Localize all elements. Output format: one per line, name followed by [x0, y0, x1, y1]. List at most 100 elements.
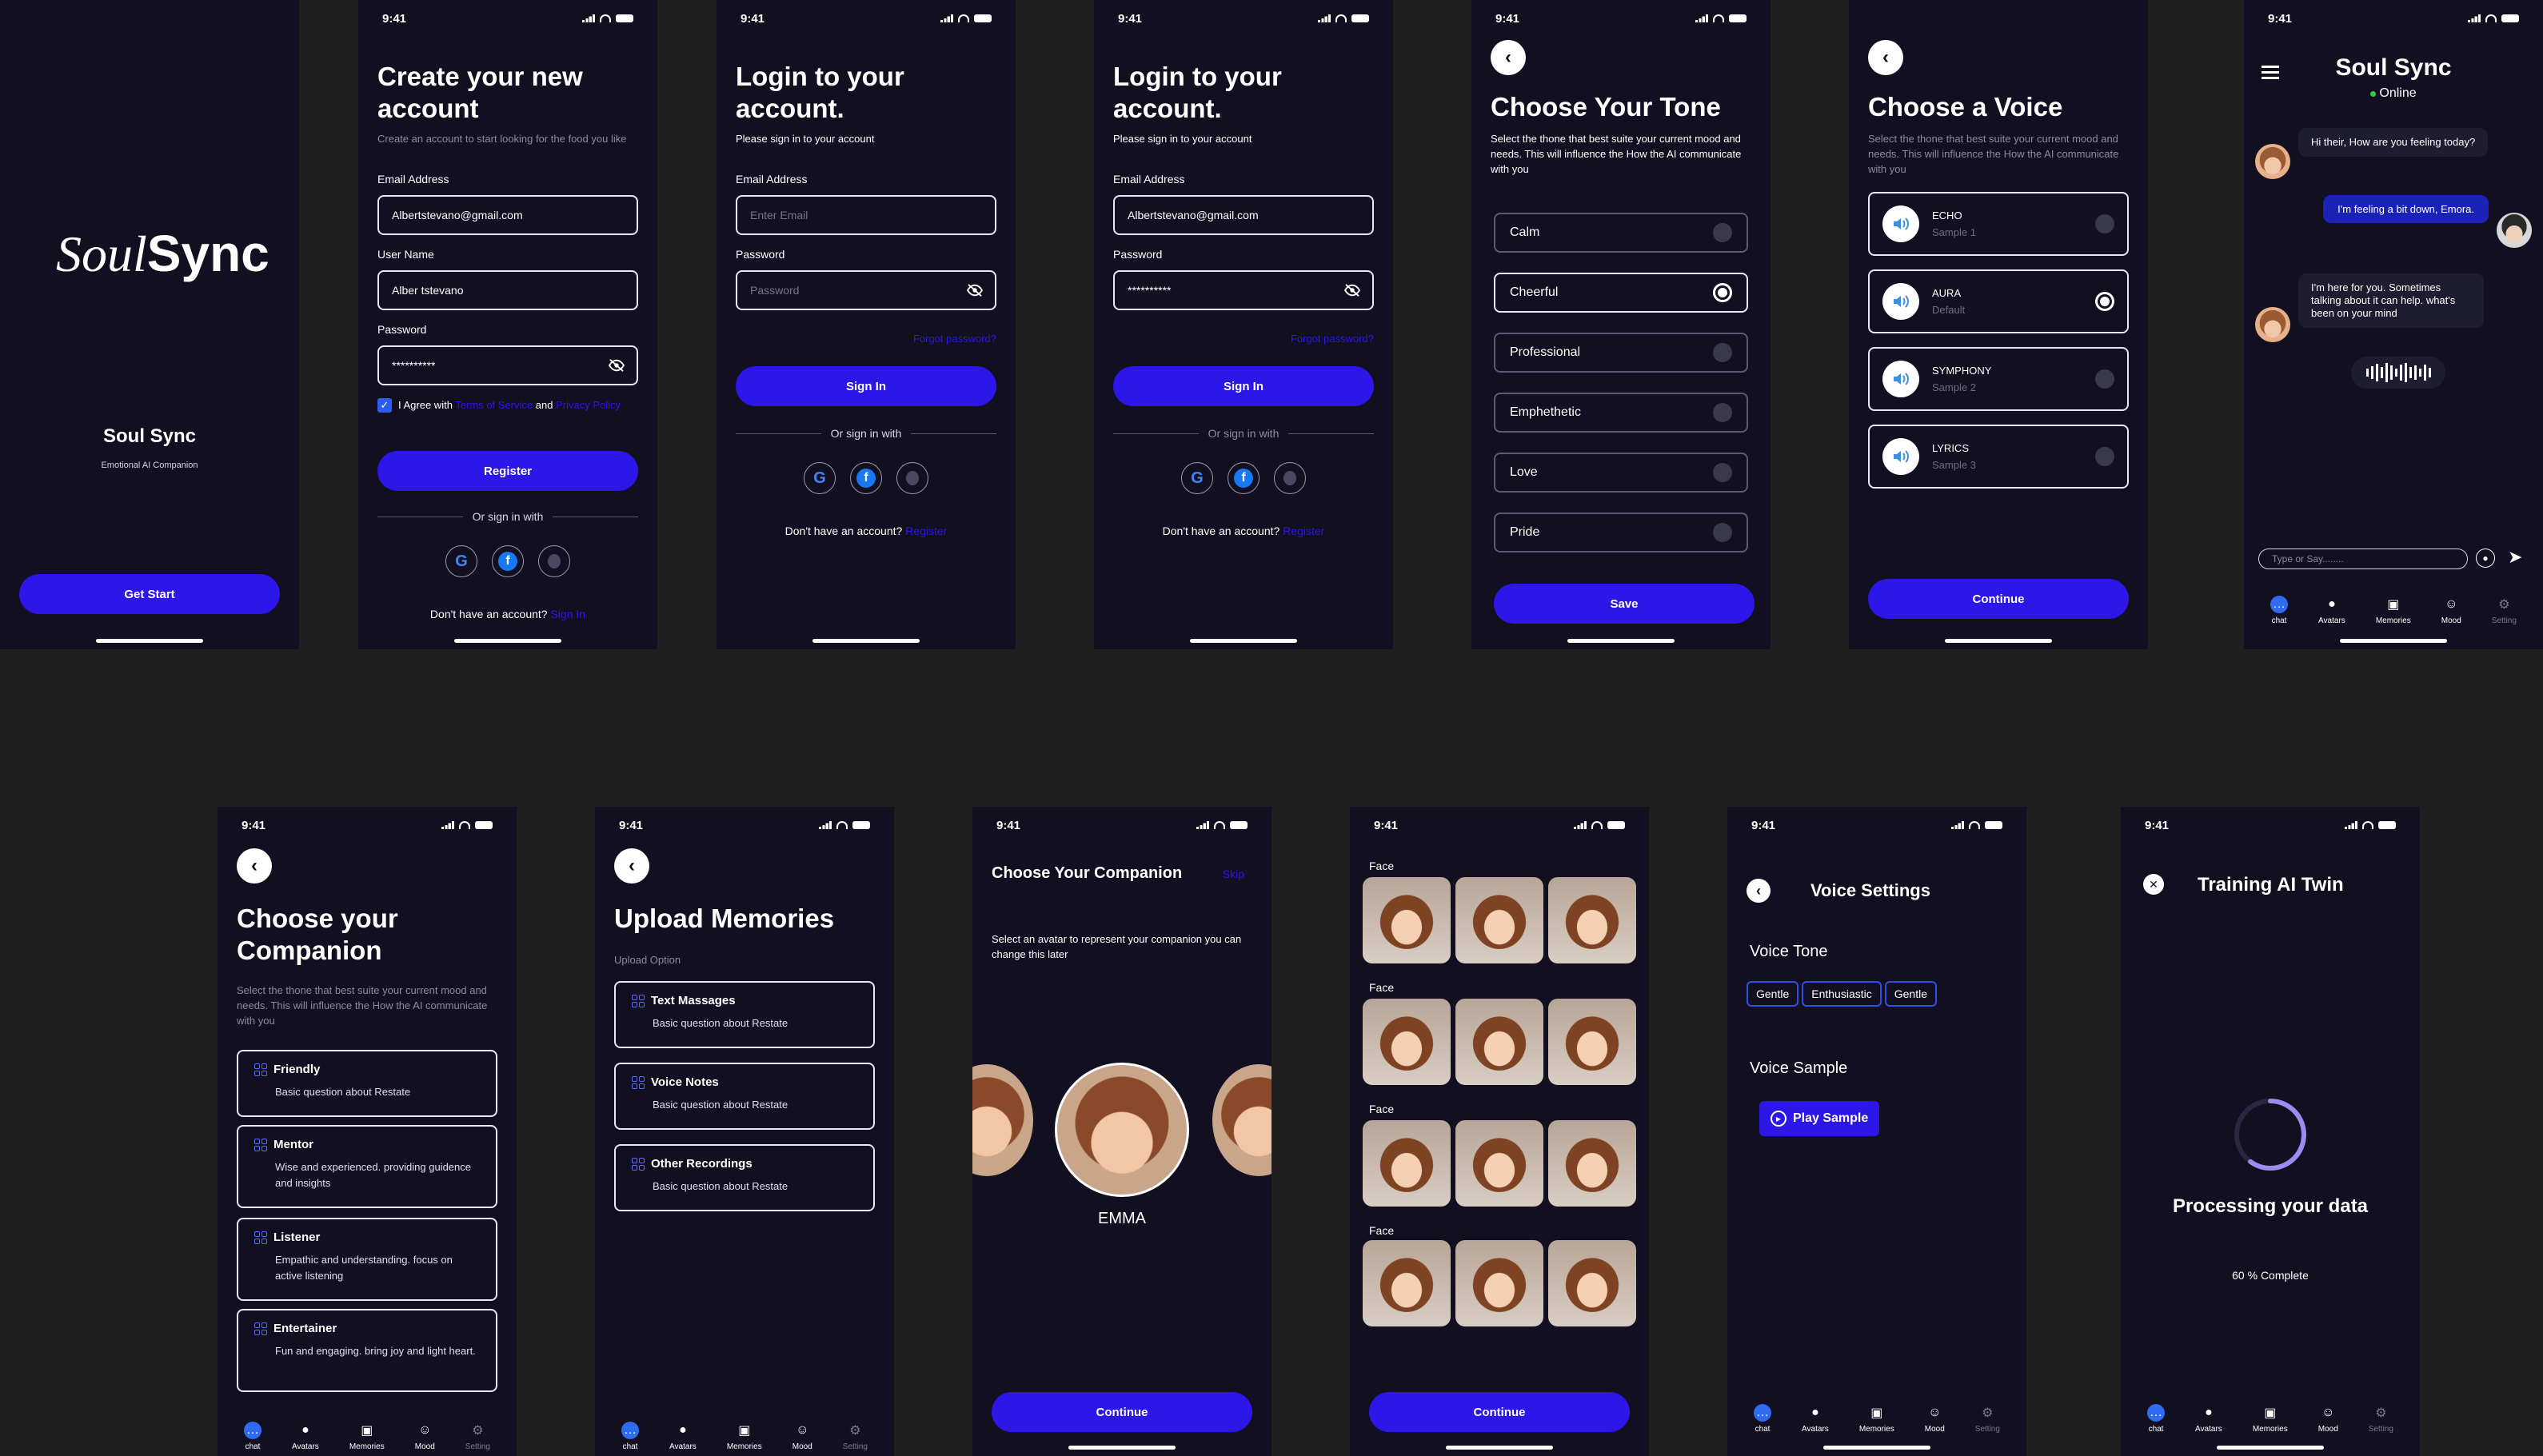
upload-option-recordings[interactable]: Other Recordings Basic question about Res… [614, 1144, 875, 1211]
tone-option-cheerful[interactable]: Cheerful [1494, 273, 1748, 313]
tone-option-love[interactable]: Love [1494, 453, 1748, 493]
email-input[interactable]: Enter Email [736, 195, 996, 235]
speaker-icon[interactable] [1882, 205, 1919, 242]
password-field[interactable]: ********** [377, 345, 638, 385]
tab-avatars[interactable]: ● Avatars [292, 1422, 319, 1451]
face-option[interactable] [1363, 1120, 1451, 1207]
radio-button-selected[interactable] [2095, 292, 2114, 311]
back-button[interactable]: ‹ [1491, 40, 1526, 75]
password-input[interactable]: ********** [1113, 270, 1374, 310]
facebook-button[interactable]: f [850, 462, 882, 494]
privacy-link[interactable]: Privacy Policy [556, 399, 621, 411]
google-button[interactable]: G [445, 545, 477, 577]
companion-option-friendly[interactable]: Friendly Basic question about Restate [237, 1050, 497, 1117]
radio-button-selected[interactable] [1713, 283, 1732, 302]
continue-button[interactable]: Continue [1369, 1392, 1630, 1432]
tab-memories[interactable]: ▣ Memories [2376, 596, 2411, 625]
face-option[interactable] [1455, 999, 1543, 1085]
google-button[interactable]: G [804, 462, 836, 494]
tab-avatars[interactable]: ● Avatars [1802, 1404, 1829, 1434]
eye-off-icon[interactable] [966, 283, 984, 297]
eye-off-icon[interactable] [608, 358, 625, 373]
speaker-icon[interactable] [1882, 438, 1919, 475]
apple-button[interactable] [896, 462, 928, 494]
back-button[interactable]: ‹ [1747, 879, 1771, 903]
voice-option-aura[interactable]: AURA Default [1868, 269, 2129, 333]
tab-chat[interactable]: … chat [244, 1422, 262, 1451]
tab-mood[interactable]: ☺ Mood [792, 1422, 812, 1451]
speaker-icon[interactable] [1882, 361, 1919, 397]
facebook-button[interactable]: f [492, 545, 524, 577]
tone-option-calm[interactable]: Calm [1494, 213, 1748, 253]
password-input[interactable]: Password [736, 270, 996, 310]
tab-mood[interactable]: ☺ Mood [2318, 1404, 2338, 1434]
mic-icon[interactable]: ● [2476, 548, 2495, 568]
play-sample-button[interactable]: ▶ Play Sample [1759, 1101, 1880, 1136]
signin-link[interactable]: Sign In [550, 608, 585, 620]
upload-option-voice[interactable]: Voice Notes Basic question about Restate [614, 1063, 875, 1130]
companion-option-listener[interactable]: Listener Empathic and understanding. focu… [237, 1218, 497, 1301]
tone-chip[interactable]: Gentle [1747, 981, 1799, 1007]
tab-memories[interactable]: ▣ Memories [2253, 1404, 2288, 1434]
tone-option-pride[interactable]: Pride [1494, 513, 1748, 552]
avatar-option-selected[interactable] [1055, 1063, 1189, 1197]
radio-button[interactable] [1713, 343, 1732, 362]
voice-message[interactable] [2351, 357, 2445, 389]
tab-mood[interactable]: ☺ Mood [415, 1422, 435, 1451]
tab-setting[interactable]: ⚙ Setting [2369, 1404, 2393, 1434]
tab-setting[interactable]: ⚙ Setting [1975, 1404, 2000, 1434]
speaker-icon[interactable] [1882, 283, 1919, 320]
tab-memories[interactable]: ▣ Memories [1859, 1404, 1894, 1434]
facebook-button[interactable]: f [1228, 462, 1260, 494]
avatar-option-left[interactable] [972, 1064, 1033, 1176]
radio-button[interactable] [2095, 447, 2114, 466]
tab-setting[interactable]: ⚙ Setting [465, 1422, 490, 1451]
tab-memories[interactable]: ▣ Memories [349, 1422, 385, 1451]
agree-checkbox[interactable]: ✓ [377, 398, 392, 413]
email-input[interactable]: Albertstevano@gmail.com [1113, 195, 1374, 235]
tab-mood[interactable]: ☺ Mood [1925, 1404, 1945, 1434]
get-start-button[interactable]: Get Start [19, 574, 280, 614]
face-option[interactable] [1548, 999, 1636, 1085]
tab-setting[interactable]: ⚙ Setting [2492, 596, 2517, 625]
terms-link[interactable]: Terms of Service [455, 399, 533, 411]
face-option[interactable] [1548, 1120, 1636, 1207]
register-link[interactable]: Register [1283, 525, 1324, 537]
radio-button[interactable] [1713, 463, 1732, 482]
forgot-password-link[interactable]: Forgot password? [1291, 333, 1374, 345]
forgot-password-link[interactable]: Forgot password? [913, 333, 996, 345]
google-button[interactable]: G [1181, 462, 1213, 494]
send-icon[interactable]: ➤ [2508, 547, 2522, 568]
face-option[interactable] [1455, 1240, 1543, 1326]
back-button[interactable]: ‹ [237, 848, 272, 884]
register-button[interactable]: Register [377, 451, 638, 491]
skip-link[interactable]: Skip [1223, 868, 1244, 880]
companion-option-mentor[interactable]: Mentor Wise and experienced. providing gu… [237, 1125, 497, 1208]
tab-setting[interactable]: ⚙ Setting [843, 1422, 868, 1451]
tone-chip[interactable]: Enthusiastic [1802, 981, 1882, 1007]
avatar-option-right[interactable] [1212, 1064, 1272, 1176]
back-button[interactable]: ‹ [614, 848, 649, 884]
face-option[interactable] [1455, 1120, 1543, 1207]
tab-chat[interactable]: … chat [1754, 1404, 1772, 1434]
tab-chat[interactable]: … chat [2270, 596, 2289, 625]
radio-button[interactable] [2095, 214, 2114, 233]
face-option[interactable] [1363, 999, 1451, 1085]
companion-option-entertainer[interactable]: Entertainer Fun and engaging. bring joy a… [237, 1309, 497, 1392]
back-button[interactable]: ‹ [1868, 40, 1903, 75]
tab-memories[interactable]: ▣ Memories [727, 1422, 762, 1451]
eye-off-icon[interactable] [1343, 283, 1361, 297]
radio-button[interactable] [1713, 223, 1732, 242]
upload-option-text[interactable]: Text Massages Basic question about Restat… [614, 981, 875, 1048]
voice-option-symphony[interactable]: SYMPHONY Sample 2 [1868, 347, 2129, 411]
tone-option-emphethetic[interactable]: Emphethetic [1494, 393, 1748, 433]
username-field[interactable]: Alber tstevano [377, 270, 638, 310]
face-option[interactable] [1548, 1240, 1636, 1326]
tab-avatars[interactable]: ● Avatars [2318, 596, 2345, 625]
tone-option-professional[interactable]: Professional [1494, 333, 1748, 373]
tab-avatars[interactable]: ● Avatars [669, 1422, 697, 1451]
tab-chat[interactable]: … chat [621, 1422, 640, 1451]
voice-option-echo[interactable]: ECHO Sample 1 [1868, 192, 2129, 256]
face-option[interactable] [1455, 877, 1543, 963]
voice-option-lyrics[interactable]: LYRICS Sample 3 [1868, 425, 2129, 489]
